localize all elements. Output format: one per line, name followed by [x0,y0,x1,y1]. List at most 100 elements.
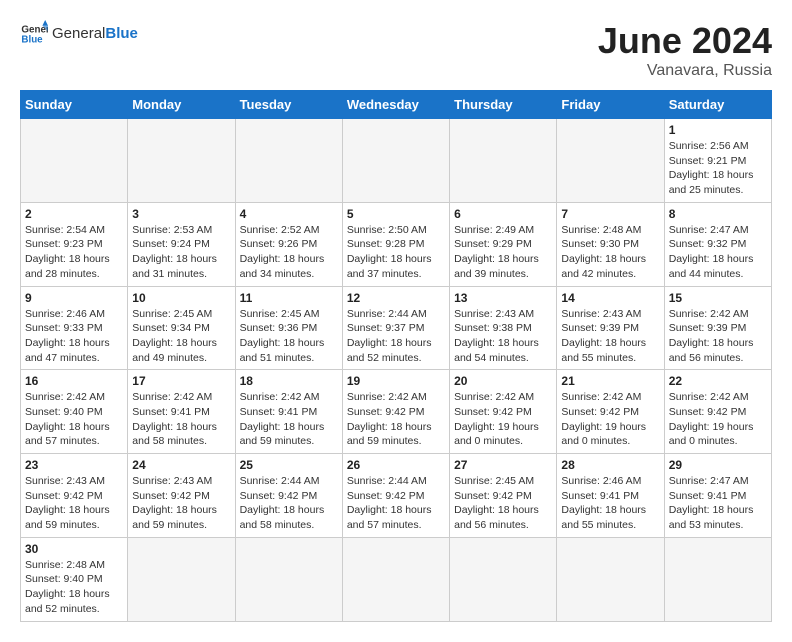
calendar-cell: 9Sunrise: 2:46 AM Sunset: 9:33 PM Daylig… [21,286,128,370]
day-info: Sunrise: 2:52 AM Sunset: 9:26 PM Dayligh… [240,223,338,282]
day-info: Sunrise: 2:42 AM Sunset: 9:41 PM Dayligh… [240,390,338,449]
calendar-cell: 1 Sunrise: 2:56 AM Sunset: 9:21 PM Daylig… [664,119,771,203]
day-info: Sunrise: 2:47 AM Sunset: 9:41 PM Dayligh… [669,474,767,533]
day-number: 14 [561,291,659,305]
calendar-cell [342,537,449,621]
day-number: 9 [25,291,123,305]
calendar-week-row: 30 Sunrise: 2:48 AM Sunset: 9:40 PM Dayli… [21,537,772,621]
day-number: 23 [25,458,123,472]
day-info: Sunrise: 2:45 AM Sunset: 9:34 PM Dayligh… [132,307,230,366]
day-number: 28 [561,458,659,472]
calendar-cell: 19 Sunrise: 2:42 AM Sunset: 9:42 PM Dayli… [342,370,449,454]
logo-text: GeneralBlue [52,25,138,43]
calendar-week-row: 23 Sunrise: 2:43 AM Sunset: 9:42 PM Dayli… [21,454,772,538]
location-title: Vanavara, Russia [598,62,772,80]
calendar-cell: 5 Sunrise: 2:50 AM Sunset: 9:28 PM Daylig… [342,202,449,286]
day-info: Sunrise: 2:43 AM Sunset: 9:42 PM Dayligh… [132,474,230,533]
calendar-cell [557,537,664,621]
title-block: June 2024 Vanavara, Russia [598,20,772,80]
day-info: Sunrise: 2:47 AM Sunset: 9:32 PM Dayligh… [669,223,767,282]
day-info: Sunrise: 2:48 AM Sunset: 9:40 PM Dayligh… [25,558,123,617]
logo-icon: General Blue [20,20,48,48]
svg-text:Blue: Blue [21,34,43,45]
calendar-header-sunday: Sunday [21,91,128,119]
calendar-header-tuesday: Tuesday [235,91,342,119]
calendar-cell: 11 Sunrise: 2:45 AM Sunset: 9:36 PM Dayli… [235,286,342,370]
calendar-week-row: 9Sunrise: 2:46 AM Sunset: 9:33 PM Daylig… [21,286,772,370]
day-info: Sunrise: 2:45 AM Sunset: 9:36 PM Dayligh… [240,307,338,366]
day-info: Sunrise: 2:42 AM Sunset: 9:42 PM Dayligh… [669,390,767,449]
day-info: Sunrise: 2:50 AM Sunset: 9:28 PM Dayligh… [347,223,445,282]
calendar-week-row: 1 Sunrise: 2:56 AM Sunset: 9:21 PM Daylig… [21,119,772,203]
calendar-cell: 13Sunrise: 2:43 AM Sunset: 9:38 PM Dayli… [450,286,557,370]
calendar-cell [128,119,235,203]
month-year-title: June 2024 [598,20,772,62]
calendar-cell: 26Sunrise: 2:44 AM Sunset: 9:42 PM Dayli… [342,454,449,538]
calendar-header-wednesday: Wednesday [342,91,449,119]
calendar-cell [342,119,449,203]
day-number: 5 [347,207,445,221]
day-number: 27 [454,458,552,472]
day-number: 26 [347,458,445,472]
calendar-cell [235,537,342,621]
calendar-cell [557,119,664,203]
day-info: Sunrise: 2:44 AM Sunset: 9:37 PM Dayligh… [347,307,445,366]
calendar-body: 1 Sunrise: 2:56 AM Sunset: 9:21 PM Daylig… [21,119,772,622]
calendar-cell: 29 Sunrise: 2:47 AM Sunset: 9:41 PM Dayli… [664,454,771,538]
day-number: 21 [561,374,659,388]
day-number: 10 [132,291,230,305]
day-info: Sunrise: 2:42 AM Sunset: 9:42 PM Dayligh… [561,390,659,449]
day-info: Sunrise: 2:42 AM Sunset: 9:42 PM Dayligh… [347,390,445,449]
day-info: Sunrise: 2:43 AM Sunset: 9:39 PM Dayligh… [561,307,659,366]
day-number: 8 [669,207,767,221]
day-number: 19 [347,374,445,388]
day-number: 11 [240,291,338,305]
day-info: Sunrise: 2:42 AM Sunset: 9:42 PM Dayligh… [454,390,552,449]
calendar-cell: 24 Sunrise: 2:43 AM Sunset: 9:42 PM Dayli… [128,454,235,538]
day-number: 1 [669,123,767,137]
day-info: Sunrise: 2:46 AM Sunset: 9:41 PM Dayligh… [561,474,659,533]
day-number: 18 [240,374,338,388]
day-info: Sunrise: 2:49 AM Sunset: 9:29 PM Dayligh… [454,223,552,282]
day-info: Sunrise: 2:48 AM Sunset: 9:30 PM Dayligh… [561,223,659,282]
calendar-cell: 16 Sunrise: 2:42 AM Sunset: 9:40 PM Dayli… [21,370,128,454]
day-number: 24 [132,458,230,472]
day-number: 4 [240,207,338,221]
calendar-cell: 23Sunrise: 2:43 AM Sunset: 9:42 PM Dayli… [21,454,128,538]
day-info: Sunrise: 2:43 AM Sunset: 9:38 PM Dayligh… [454,307,552,366]
day-info: Sunrise: 2:42 AM Sunset: 9:40 PM Dayligh… [25,390,123,449]
calendar-cell: 10 Sunrise: 2:45 AM Sunset: 9:34 PM Dayli… [128,286,235,370]
calendar-header-row: SundayMondayTuesdayWednesdayThursdayFrid… [21,91,772,119]
day-number: 6 [454,207,552,221]
calendar-cell: 15Sunrise: 2:42 AM Sunset: 9:39 PM Dayli… [664,286,771,370]
day-number: 3 [132,207,230,221]
calendar-table: SundayMondayTuesdayWednesdayThursdayFrid… [20,90,772,622]
day-number: 12 [347,291,445,305]
day-number: 29 [669,458,767,472]
calendar-cell: 3 Sunrise: 2:53 AM Sunset: 9:24 PM Daylig… [128,202,235,286]
calendar-cell [664,537,771,621]
calendar-cell: 25Sunrise: 2:44 AM Sunset: 9:42 PM Dayli… [235,454,342,538]
calendar-header-friday: Friday [557,91,664,119]
day-number: 16 [25,374,123,388]
calendar-cell: 27 Sunrise: 2:45 AM Sunset: 9:42 PM Dayli… [450,454,557,538]
day-number: 17 [132,374,230,388]
calendar-cell: 7Sunrise: 2:48 AM Sunset: 9:30 PM Daylig… [557,202,664,286]
calendar-cell: 28 Sunrise: 2:46 AM Sunset: 9:41 PM Dayli… [557,454,664,538]
calendar-cell [235,119,342,203]
day-info: Sunrise: 2:42 AM Sunset: 9:41 PM Dayligh… [132,390,230,449]
calendar-cell: 22Sunrise: 2:42 AM Sunset: 9:42 PM Dayli… [664,370,771,454]
day-info: Sunrise: 2:42 AM Sunset: 9:39 PM Dayligh… [669,307,767,366]
calendar-header-thursday: Thursday [450,91,557,119]
day-info: Sunrise: 2:45 AM Sunset: 9:42 PM Dayligh… [454,474,552,533]
calendar-cell: 21 Sunrise: 2:42 AM Sunset: 9:42 PM Dayli… [557,370,664,454]
calendar-header-saturday: Saturday [664,91,771,119]
day-info: Sunrise: 2:56 AM Sunset: 9:21 PM Dayligh… [669,139,767,198]
day-number: 30 [25,542,123,556]
day-number: 20 [454,374,552,388]
calendar-week-row: 2Sunrise: 2:54 AM Sunset: 9:23 PM Daylig… [21,202,772,286]
calendar-cell: 2Sunrise: 2:54 AM Sunset: 9:23 PM Daylig… [21,202,128,286]
day-info: Sunrise: 2:53 AM Sunset: 9:24 PM Dayligh… [132,223,230,282]
calendar-cell: 30 Sunrise: 2:48 AM Sunset: 9:40 PM Dayli… [21,537,128,621]
calendar-cell [21,119,128,203]
